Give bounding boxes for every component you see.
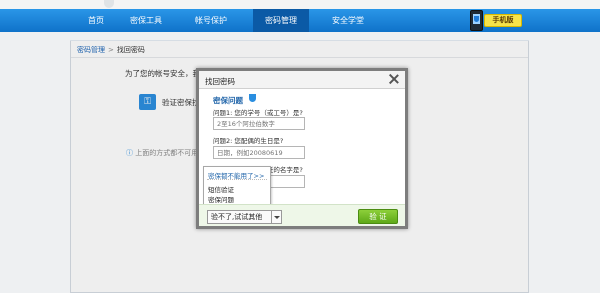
top-strip [0, 0, 600, 9]
question-1-input[interactable] [213, 117, 305, 130]
dialog-footer: 验不了,试试其他 验 证 [199, 204, 405, 226]
question-1-label: 问题1: 您的学号（或工号）是? [213, 109, 303, 117]
nav-item-account-protection[interactable]: 帐号保护 [186, 9, 236, 32]
menu-divider [207, 179, 267, 180]
verify-button[interactable]: 验 证 [358, 209, 398, 224]
mobile-promo[interactable]: 手机版 [462, 9, 530, 33]
try-other-label: 验不了,试试其他 [211, 213, 263, 221]
dialog-header: 找回密码 [199, 71, 405, 89]
try-other-button[interactable]: 验不了,试试其他 [207, 210, 282, 224]
question-2-input[interactable] [213, 146, 305, 159]
main-nav: 首页 密保工具 帐号保护 密码管理 安全学堂 手机版 [0, 9, 600, 32]
dialog-title: 找回密码 [205, 77, 235, 86]
nav-item-security-tools[interactable]: 密保工具 [121, 9, 171, 32]
chevron-down-icon[interactable] [271, 211, 281, 223]
question-2-label: 问题2: 您配偶的生日是? [213, 137, 284, 145]
close-icon[interactable] [387, 72, 401, 86]
section-title: 密保问题 [213, 96, 243, 105]
menu-item-sms[interactable]: 短信验证 [208, 184, 234, 194]
phone-icon [470, 10, 483, 31]
nav-item-security-school[interactable]: 安全学堂 [322, 9, 374, 32]
shield-icon [249, 94, 256, 102]
logo-icon [104, 0, 114, 8]
menu-item-security-question[interactable]: 密保问题 [208, 194, 234, 204]
nav-item-home[interactable]: 首页 [77, 9, 115, 32]
recover-password-dialog: 找回密码 密保问题 问题1: 您的学号（或工号）是? 问题2: 您配偶的生日是?… [196, 68, 408, 229]
alternative-methods-menu: 密保都不能用了>> 短信验证 密保问题 [203, 166, 271, 208]
nav-item-password-management[interactable]: 密码管理 [253, 9, 309, 32]
mobile-badge: 手机版 [484, 14, 522, 27]
